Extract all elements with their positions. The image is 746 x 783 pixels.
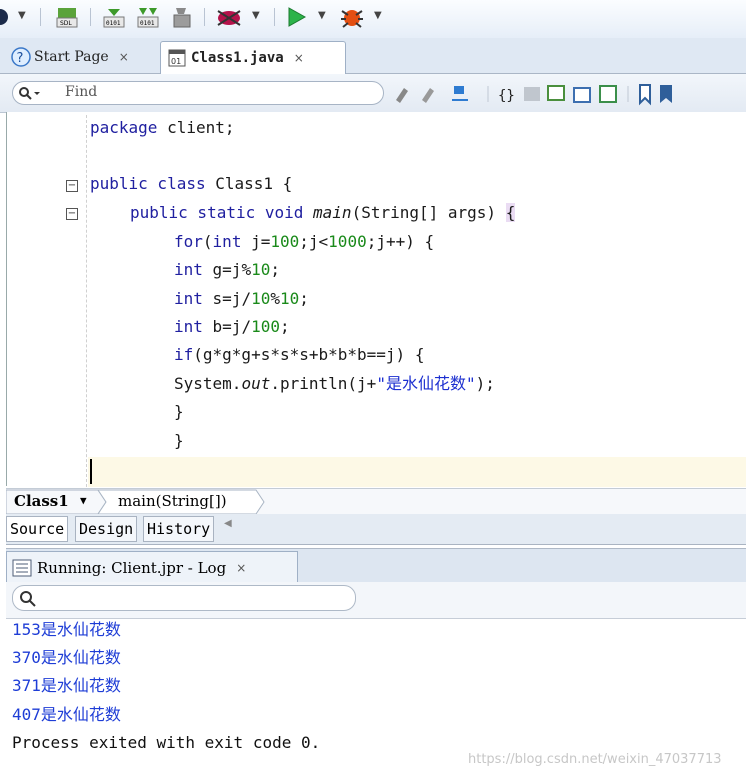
editor-find-bar: Find {}: [0, 74, 746, 113]
svg-text:0101: 0101: [140, 20, 155, 27]
code-line-4: public static void main(String[] args) {: [130, 203, 516, 222]
main-toolbar: ▼ SDL 0101 0101 ▼ ▼ ▼: [0, 0, 746, 38]
help-icon: ?: [11, 47, 31, 67]
breadcrumb-method[interactable]: main(String[]): [118, 492, 227, 510]
java-file-icon: 01: [168, 49, 186, 67]
tab-class1-java[interactable]: 01 Class1.java ×: [160, 41, 346, 74]
close-icon[interactable]: ×: [236, 561, 246, 575]
close-icon[interactable]: ×: [294, 51, 304, 65]
rebuild-icon[interactable]: 0101: [136, 6, 160, 28]
compile-icon[interactable]: 0101: [102, 6, 126, 28]
text-caret: [90, 459, 92, 484]
breadcrumb-class[interactable]: Class1: [14, 492, 69, 510]
log-search-input[interactable]: [12, 585, 356, 611]
chevron-down-icon[interactable]: ▼: [80, 494, 87, 507]
debug-icon[interactable]: [214, 6, 244, 28]
log-output-line: 371是水仙花数: [12, 676, 121, 695]
tab-running-log[interactable]: Running: Client.jpr - Log ×: [6, 551, 298, 584]
tab-label: Class1.java: [191, 50, 284, 66]
watermark: https://blog.csdn.net/weixin_47037713: [468, 752, 722, 767]
chevron-down-icon[interactable]: ▼: [252, 10, 260, 21]
scroll-left-icon[interactable]: ◀: [224, 518, 232, 529]
chevron-down-icon[interactable]: ▼: [18, 10, 26, 21]
clean-icon[interactable]: [170, 6, 194, 28]
code-line-1: package client;: [90, 118, 235, 137]
search-icon: [20, 591, 36, 607]
code-line-10: System.out.println(j+"是水仙花数");: [174, 374, 495, 393]
search-icon: [19, 87, 40, 100]
code-line-11: }: [174, 402, 184, 421]
log-find-bar: [6, 582, 746, 619]
profile-icon[interactable]: [338, 6, 366, 28]
close-icon[interactable]: ×: [119, 50, 129, 64]
code-line-8: int b=j/100;: [174, 317, 290, 336]
fold-collapse-icon[interactable]: −: [66, 180, 78, 192]
code-line-5: for(int j=100;j<1000;j++) {: [174, 232, 435, 251]
chevron-down-icon[interactable]: ▼: [318, 10, 326, 21]
editor-toolbar-icons: {}: [396, 84, 672, 106]
svg-text:01: 01: [171, 57, 181, 66]
log-tab-label: Running: Client.jpr - Log: [37, 559, 227, 577]
log-icon: [12, 559, 32, 577]
breadcrumb: Class1 ▼ main(String[]): [6, 488, 746, 515]
log-exit-message: Process exited with exit code 0.: [12, 733, 321, 752]
editor-view-tabs: Source Design History ◀: [6, 514, 746, 545]
code-line-7: int s=j/10%10;: [174, 289, 309, 308]
log-output-line: 153是水仙花数: [12, 620, 121, 639]
run-icon[interactable]: [284, 6, 308, 28]
tab-history[interactable]: History: [143, 516, 215, 542]
tab-label: Start Page: [34, 49, 109, 65]
tab-design[interactable]: Design: [75, 516, 138, 542]
code-line-6: int g=j%10;: [174, 260, 280, 279]
find-placeholder: Find: [65, 84, 98, 100]
svg-text:SDL: SDL: [60, 20, 72, 27]
svg-text:0101: 0101: [106, 20, 121, 27]
code-line-12: }: [174, 431, 184, 450]
log-tab-bar: Running: Client.jpr - Log ×: [6, 548, 746, 584]
svg-text:{}: {}: [498, 88, 515, 104]
indent-guide: [86, 115, 87, 487]
find-input[interactable]: Find: [12, 81, 384, 105]
log-output-line: 370是水仙花数: [12, 648, 121, 667]
circle-icon[interactable]: [0, 6, 10, 28]
manage-libraries-icon[interactable]: SDL: [54, 6, 80, 28]
code-line-9: if(g*g*g+s*s*s+b*b*b==j) {: [174, 345, 425, 364]
editor-tab-bar: ? Start Page × 01 Class1.java ×: [0, 38, 746, 74]
tab-start-page[interactable]: ? Start Page ×: [6, 42, 137, 72]
tab-source[interactable]: Source: [6, 516, 69, 542]
code-editor[interactable]: [6, 112, 746, 486]
code-line-3: public class Class1 {: [90, 174, 293, 193]
chevron-down-icon[interactable]: ▼: [374, 10, 382, 21]
fold-collapse-icon[interactable]: −: [66, 208, 78, 220]
current-line-highlight: [88, 457, 746, 487]
log-output-line: 407是水仙花数: [12, 705, 121, 724]
svg-text:?: ?: [17, 51, 24, 66]
